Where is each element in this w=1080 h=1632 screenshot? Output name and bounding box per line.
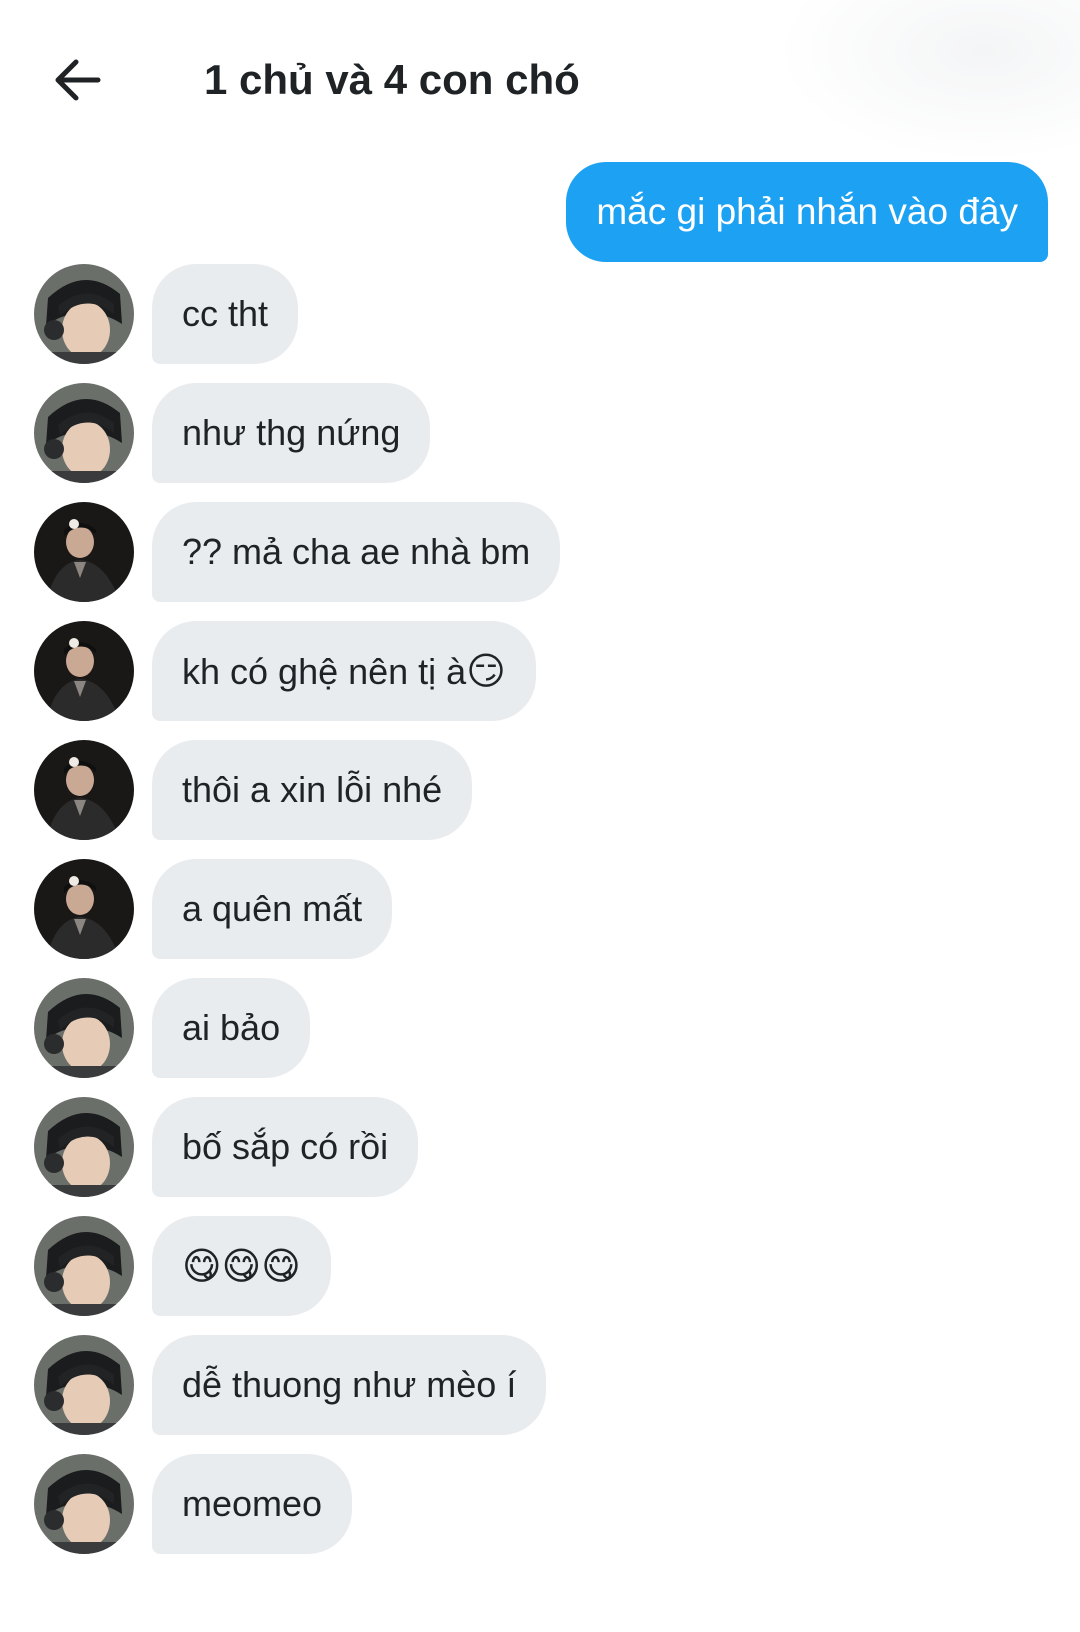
message-text: meomeo — [182, 1483, 323, 1524]
yum-emoji-icon: 😋😋😋 — [182, 1244, 301, 1288]
message-row: 😋😋😋 — [0, 1216, 1080, 1316]
avatar[interactable] — [34, 978, 134, 1078]
message-text: a quên mất — [182, 888, 363, 929]
incoming-message[interactable]: meomeo — [152, 1454, 353, 1554]
incoming-message[interactable]: bố sắp có rồi — [152, 1097, 419, 1197]
smirk-emoji-icon: 😏 — [466, 649, 506, 693]
avatar[interactable] — [34, 740, 134, 840]
outgoing-message[interactable]: mắc gi phải nhắn vào đây — [566, 162, 1048, 262]
message-row: a quên mất — [0, 859, 1080, 959]
message-row: như thg nứng — [0, 383, 1080, 483]
message-row: meomeo — [0, 1454, 1080, 1554]
avatar[interactable] — [34, 859, 134, 959]
message-text: ai bảo — [182, 1007, 281, 1048]
incoming-message[interactable]: dễ thuong như mèo í — [152, 1335, 547, 1435]
message-row: thôi a xin lỗi nhé — [0, 740, 1080, 840]
incoming-message[interactable]: thôi a xin lỗi nhé — [152, 740, 473, 840]
message-text: cc tht — [182, 293, 269, 334]
incoming-message[interactable]: kh có ghệ nên tị à😏 — [152, 621, 536, 721]
incoming-message[interactable]: 😋😋😋 — [152, 1216, 331, 1316]
incoming-message[interactable]: a quên mất — [152, 859, 393, 959]
avatar[interactable] — [34, 1097, 134, 1197]
message-text: thôi a xin lỗi nhé — [182, 769, 443, 810]
incoming-message[interactable]: ?? mả cha ae nhà bm — [152, 502, 561, 602]
avatar[interactable] — [34, 621, 134, 721]
incoming-message[interactable]: như thg nứng — [152, 383, 431, 483]
message-text: dễ thuong như mèo í — [182, 1364, 517, 1405]
message-row: cc tht — [0, 264, 1080, 364]
message-text: bố sắp có rồi — [182, 1126, 389, 1167]
avatar[interactable] — [34, 383, 134, 483]
incoming-message[interactable]: cc tht — [152, 264, 299, 364]
avatar[interactable] — [34, 1454, 134, 1554]
message-row: bố sắp có rồi — [0, 1097, 1080, 1197]
avatar[interactable] — [34, 264, 134, 364]
message-row: ai bảo — [0, 978, 1080, 1078]
avatar[interactable] — [34, 1216, 134, 1316]
message-text: như thg nứng — [182, 412, 401, 453]
message-thread: mắc gi phải nhắn vào đây cc tht như thg … — [0, 0, 1080, 1632]
message-row: dễ thuong như mèo í — [0, 1335, 1080, 1435]
message-row: ?? mả cha ae nhà bm — [0, 502, 1080, 602]
avatar[interactable] — [34, 502, 134, 602]
message-text: kh có ghệ nên tị à — [182, 651, 467, 692]
incoming-message[interactable]: ai bảo — [152, 978, 311, 1078]
avatar[interactable] — [34, 1335, 134, 1435]
message-row: kh có ghệ nên tị à😏 — [0, 621, 1080, 721]
message-text: ?? mả cha ae nhà bm — [182, 531, 531, 572]
